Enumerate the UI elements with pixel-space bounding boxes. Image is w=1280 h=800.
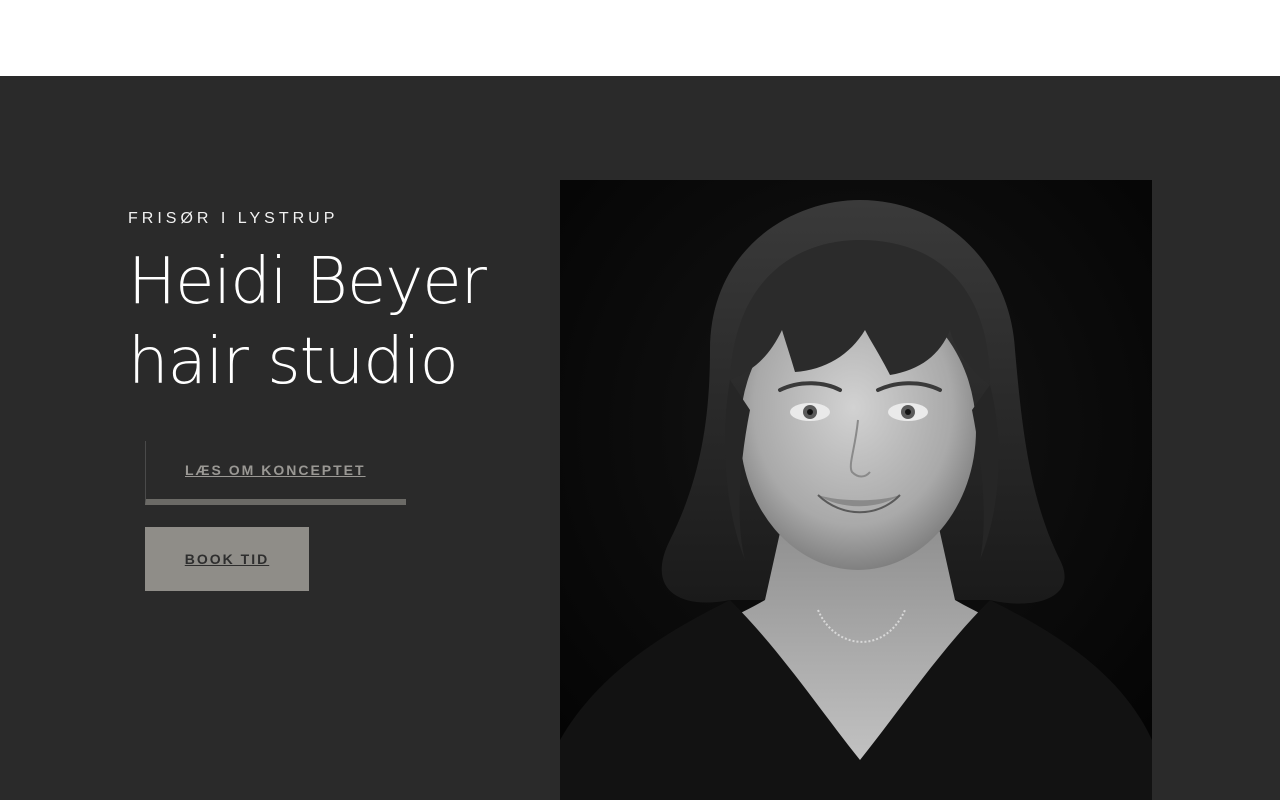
read-concept-button[interactable]: LÆS OM KONCEPTET [145, 441, 406, 505]
hero-title-line-2: hair studio [128, 325, 459, 399]
book-appointment-button[interactable]: BOOK TID [145, 527, 309, 591]
hero-title-line-1: Heidi Beyer [128, 245, 487, 319]
portrait-photo [560, 180, 1152, 800]
hero-section: FRISØR I LYSTRUP Heidi Beyer hair studio… [0, 76, 1280, 800]
book-appointment-label: BOOK TID [184, 551, 270, 567]
read-concept-label: LÆS OM KONCEPTET [185, 462, 366, 478]
top-header-bar [0, 0, 1280, 76]
hero-eyebrow: FRISØR I LYSTRUP [128, 210, 339, 227]
hero-title: Heidi Beyer hair studio [128, 242, 487, 402]
